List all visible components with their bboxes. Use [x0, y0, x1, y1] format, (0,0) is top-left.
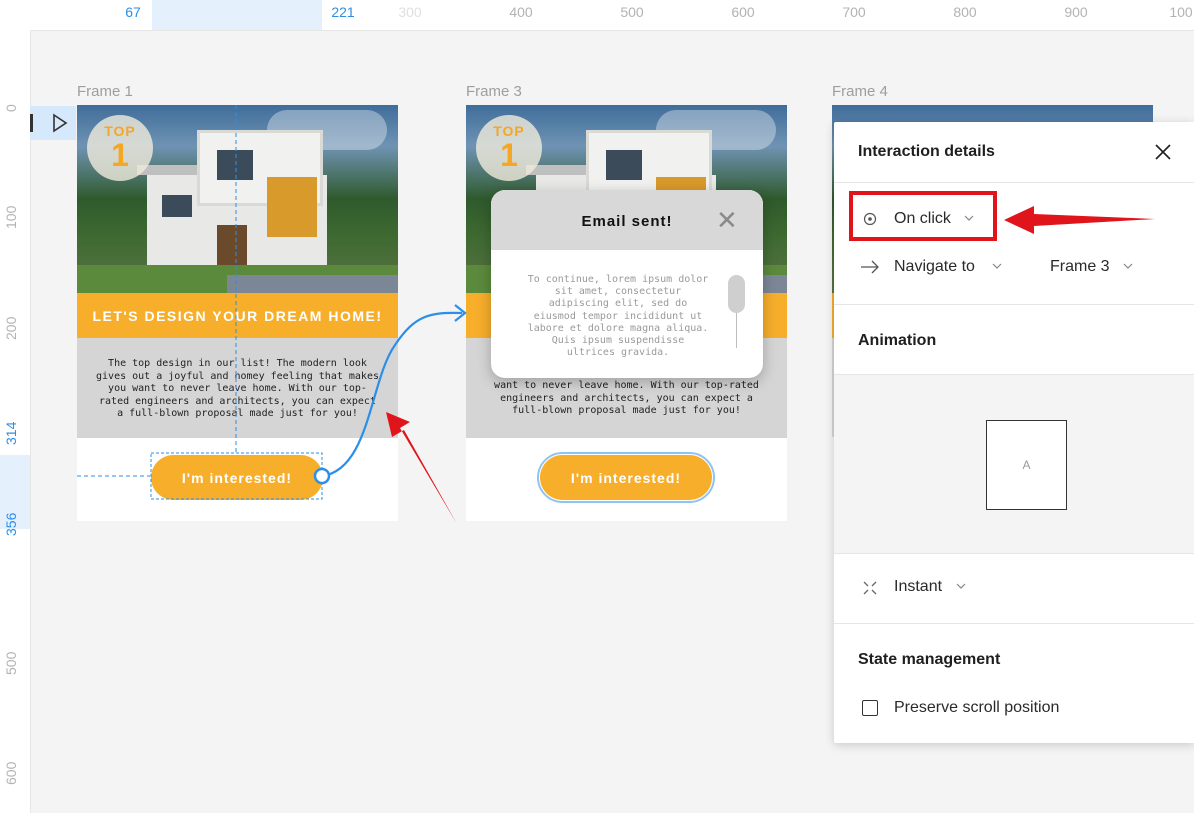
vertical-ruler: 0 100 200 314 356 500 600: [0, 30, 31, 813]
email-sent-modal[interactable]: Email sent! ✕ To continue, lorem ipsum d…: [491, 190, 763, 378]
ruler-label: 200: [3, 316, 19, 340]
interested-button[interactable]: I'm interested!: [151, 455, 323, 500]
transition-dropdown[interactable]: Instant: [894, 578, 942, 596]
trigger-highlight-box: [849, 191, 997, 241]
frame-1[interactable]: TOP 1 LET'S DESIGN YOUR DREAM HOME! The …: [77, 105, 398, 521]
ruler-label: 67: [125, 4, 141, 20]
interested-button[interactable]: I'm interested!: [537, 452, 715, 503]
ruler-label: 900: [1064, 4, 1088, 20]
flow-start-marker[interactable]: [30, 106, 76, 140]
animation-preview: A: [834, 375, 1194, 553]
frame-3-label[interactable]: Frame 3: [466, 83, 522, 100]
ruler-corner: [0, 0, 30, 30]
close-icon[interactable]: ✕: [716, 207, 738, 233]
top-badge: TOP 1: [87, 115, 153, 181]
frame-4-label[interactable]: Frame 4: [832, 83, 888, 100]
horizontal-ruler: 67 221 300 400 500 600 700 800 900 100: [0, 0, 1194, 31]
chevron-down-icon[interactable]: [956, 583, 966, 591]
state-management-heading: State management: [858, 651, 1001, 668]
ruler-label: 0: [3, 104, 19, 112]
instant-icon: [863, 581, 877, 595]
preserve-scroll-label: Preserve scroll position: [894, 699, 1060, 716]
ruler-label: 300: [398, 4, 422, 20]
ruler-label: 700: [842, 4, 866, 20]
ruler-label: 600: [3, 761, 19, 785]
frame-1-label[interactable]: Frame 1: [77, 83, 133, 100]
animation-heading: Animation: [858, 332, 937, 349]
ruler-label: 221: [331, 4, 355, 20]
badge-number: 1: [111, 137, 129, 173]
panel-title: Interaction details: [858, 143, 995, 160]
ruler-selection-range: [152, 0, 322, 30]
close-icon[interactable]: [1154, 143, 1172, 161]
description-text: The top design in our list! The modern l…: [77, 338, 398, 438]
ruler-label: 400: [509, 4, 533, 20]
connector-arrowhead-icon: [454, 304, 467, 322]
ruler-label: 100: [3, 205, 19, 229]
ruler-label: 500: [620, 4, 644, 20]
animation-preview-frame: A: [986, 420, 1067, 510]
badge-number: 1: [500, 137, 518, 173]
modal-scrollbar-thumb[interactable]: [728, 275, 745, 313]
action-dropdown[interactable]: Navigate to: [894, 258, 975, 276]
ruler-label: 314: [3, 421, 19, 445]
preserve-scroll-checkbox[interactable]: [862, 700, 878, 716]
destination-dropdown[interactable]: Frame 3: [1050, 258, 1110, 276]
play-icon: [30, 113, 68, 133]
arrow-right-icon: [861, 260, 879, 274]
ruler-label: 800: [953, 4, 977, 20]
top-badge: TOP 1: [476, 115, 542, 181]
ruler-label: 500: [3, 651, 19, 675]
chevron-down-icon[interactable]: [992, 263, 1002, 271]
modal-body-text: To continue, lorem ipsum dolor sit amet,…: [527, 274, 709, 359]
ruler-label: 600: [731, 4, 755, 20]
ruler-label: 356: [3, 512, 19, 536]
headline-bar: LET'S DESIGN YOUR DREAM HOME!: [77, 293, 398, 338]
chevron-down-icon[interactable]: [1123, 263, 1133, 271]
ruler-label: 100: [1169, 4, 1193, 20]
